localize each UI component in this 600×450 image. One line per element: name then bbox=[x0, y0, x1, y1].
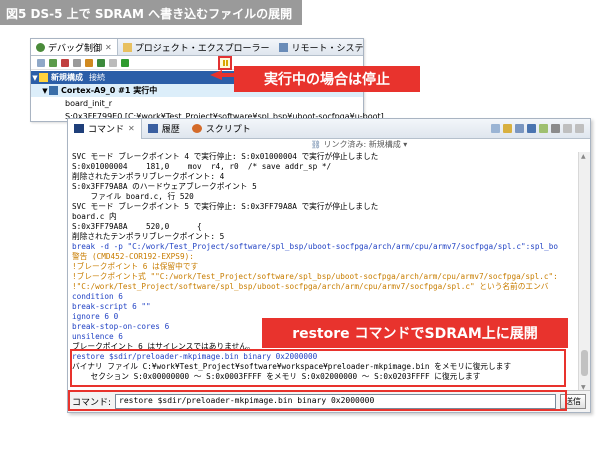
tab-scripts[interactable]: スクリプト bbox=[186, 119, 257, 139]
save-icon[interactable] bbox=[527, 124, 536, 133]
connect-icon[interactable] bbox=[49, 58, 57, 67]
log-line: break -d -p "C:/work/Test_Project/softwa… bbox=[72, 242, 558, 251]
log-line: !ブレークポイント式 ""C:/work/Test_Project/softwa… bbox=[72, 272, 558, 281]
linked-connection-label: リンク済み: 新規構成 ▾ bbox=[323, 140, 408, 149]
log-line: !"C:/work/Test_Project/software/spl_bsp/… bbox=[72, 282, 549, 291]
command-panel: コマンド ✕ 履歴 スクリプト ⛓ リンク済み: 新規構成 ▾ SVC モード … bbox=[67, 118, 591, 413]
log-line: 削除されたテンポラリブレークポイント: 5 bbox=[72, 232, 225, 241]
tree-item-frame[interactable]: board_init_r bbox=[31, 97, 363, 110]
log-line: condition 6 bbox=[72, 292, 123, 301]
command-label: コマンド: bbox=[72, 398, 112, 408]
callout-restore: restore コマンドでSDRAM上に展開 bbox=[262, 318, 568, 348]
expand-icon[interactable]: ▼ bbox=[31, 74, 39, 82]
log-line: !ブレークポイント 6 は保留中です bbox=[72, 262, 199, 271]
suspend-button[interactable] bbox=[218, 56, 232, 70]
wrap-icon[interactable] bbox=[539, 124, 548, 133]
run-target-icon[interactable] bbox=[85, 58, 93, 67]
settings-icon[interactable] bbox=[551, 124, 560, 133]
callout-stop: 実行中の場合は停止 bbox=[234, 66, 420, 92]
figure-title: 図5 DS-5 上で SDRAM へ書き込むファイルの展開 bbox=[0, 0, 302, 25]
collapse-all-icon[interactable] bbox=[37, 58, 45, 67]
command-input-row: コマンド: restore $sdir/preloader-mkpimage.b… bbox=[68, 390, 590, 412]
disconnect-icon[interactable] bbox=[61, 58, 69, 67]
terminal-icon bbox=[74, 124, 84, 133]
expand-icon[interactable]: ▼ bbox=[41, 87, 49, 95]
log-line: restore $sdir/preloader-mkpimage.bin bin… bbox=[72, 352, 318, 361]
send-button[interactable]: 送信 bbox=[560, 394, 586, 409]
command-input[interactable]: restore $sdir/preloader-mkpimage.bin bin… bbox=[115, 394, 556, 409]
log-line: S:0x01000004 181,0 mov r4, r0 /* save ad… bbox=[72, 162, 332, 171]
link-icon: ⛓ bbox=[310, 140, 324, 149]
tab-history-label: 履歴 bbox=[161, 125, 180, 135]
scrollbar-thumb[interactable] bbox=[581, 350, 588, 376]
continue-icon[interactable] bbox=[121, 58, 129, 67]
log-line: S:0x3FF79A8A 520,0 { bbox=[72, 222, 202, 231]
connection-name: 新規構成 bbox=[51, 73, 83, 82]
folder-icon bbox=[122, 42, 132, 52]
log-line: 削除されたテンポラリブレークポイント: 4 bbox=[72, 172, 225, 181]
script-icon bbox=[191, 124, 202, 133]
tab-debug-control[interactable]: デバッグ制御 ✕ bbox=[31, 39, 118, 55]
log-line: 警告 (CMD452-COR192-EXPS9): bbox=[72, 252, 194, 261]
tab-remote-system-label: リモート・システム bbox=[291, 43, 363, 54]
connection-status: 接続 bbox=[89, 73, 105, 82]
tab-project-explorer[interactable]: プロジェクト・エクスプローラー bbox=[118, 39, 275, 55]
log-line: バイナリ ファイル C:¥work¥Test_Project¥software¥… bbox=[72, 362, 512, 371]
log-line: セクション S:0x00000000 ～ S:0x0003FFFF をメモリ S… bbox=[72, 372, 481, 381]
history-icon bbox=[147, 124, 158, 133]
maximize-icon[interactable] bbox=[575, 124, 584, 133]
scroll-lock-icon[interactable] bbox=[503, 124, 512, 133]
tab-history[interactable]: 履歴 bbox=[142, 119, 186, 139]
copy-icon[interactable] bbox=[515, 124, 524, 133]
command-log: SVC モード ブレークポイント 4 で実行停止: S:0x01000004 で… bbox=[70, 152, 578, 392]
tab-commands-label: コマンド bbox=[88, 125, 125, 135]
tab-commands[interactable]: コマンド ✕ bbox=[68, 118, 142, 139]
linked-connection-selector[interactable]: ⛓ リンク済み: 新規構成 ▾ bbox=[68, 139, 590, 151]
tab-remote-system[interactable]: リモート・システム bbox=[274, 39, 363, 55]
log-line: ファイル board.c, 行 520 bbox=[72, 192, 194, 201]
pause-bar-left bbox=[222, 60, 225, 66]
command-view-toolbar bbox=[491, 124, 584, 133]
close-icon[interactable]: ✕ bbox=[105, 43, 112, 52]
close-icon[interactable]: ✕ bbox=[128, 124, 135, 133]
log-scrollbar[interactable]: ▲ ▼ bbox=[578, 152, 590, 392]
tab-project-explorer-label: プロジェクト・エクスプローラー bbox=[134, 43, 270, 54]
log-line: break-script 6 "" bbox=[72, 302, 151, 311]
log-line: board.c 内 bbox=[72, 212, 117, 221]
dropdown-icon[interactable] bbox=[109, 58, 117, 67]
refresh-icon[interactable] bbox=[97, 58, 105, 67]
minimize-icon[interactable] bbox=[563, 124, 572, 133]
log-line: SVC モード ブレークポイント 5 で実行停止: S:0x3FF79A8A で… bbox=[72, 202, 379, 211]
callout-arrow bbox=[210, 70, 234, 80]
tab-scripts-label: スクリプト bbox=[205, 125, 251, 135]
debug-icon bbox=[36, 42, 45, 52]
remove-icon[interactable] bbox=[73, 58, 81, 67]
clear-console-icon[interactable] bbox=[491, 124, 500, 133]
tab-debug-control-label: デバッグ制御 bbox=[48, 43, 103, 54]
core-icon bbox=[49, 86, 58, 95]
command-tab-bar: コマンド ✕ 履歴 スクリプト bbox=[68, 118, 590, 139]
connection-icon bbox=[39, 73, 48, 82]
log-line: SVC モード ブレークポイント 4 で実行停止: S:0x01000004 で… bbox=[72, 152, 379, 161]
debug-tab-bar: デバッグ制御 ✕ プロジェクト・エクスプローラー リモート・システム bbox=[31, 39, 363, 56]
log-line: S:0x3FF79A8A のハードウェアブレークポイント 5 bbox=[72, 182, 257, 191]
frame-label: board_init_r bbox=[65, 99, 113, 108]
pause-bar-right bbox=[225, 60, 228, 66]
remote-system-icon bbox=[279, 42, 289, 52]
scroll-up-icon[interactable]: ▲ bbox=[581, 153, 586, 160]
core-label: Cortex-A9_0 #1 実行中 bbox=[61, 86, 158, 95]
